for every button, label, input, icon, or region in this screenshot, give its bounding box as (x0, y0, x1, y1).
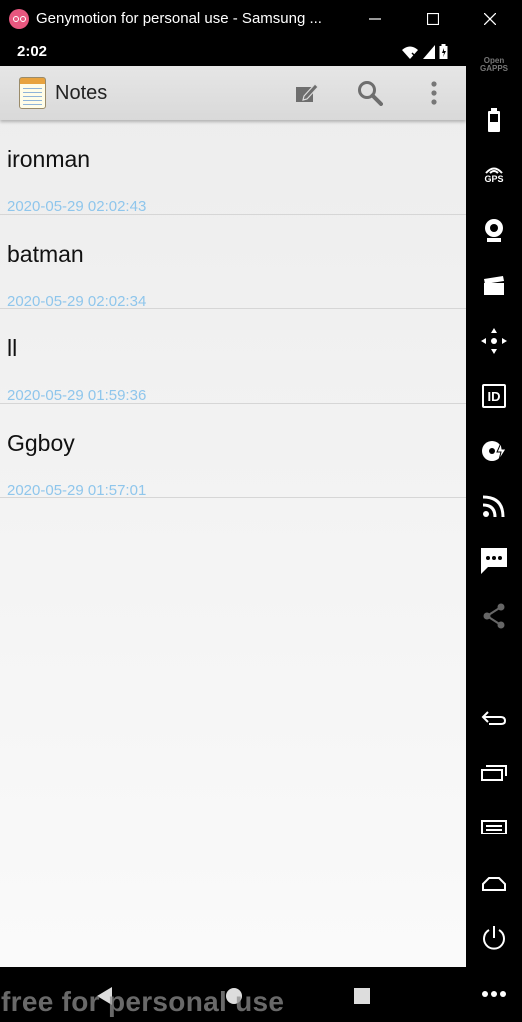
side-recent-apps-button[interactable] (466, 751, 522, 795)
side-back-button[interactable] (466, 696, 522, 740)
recent-apps-icon (481, 765, 507, 781)
status-time: 2:02 (17, 43, 48, 60)
watermark-text: free for personal use (1, 986, 285, 1017)
list-item[interactable]: Ggboy 2020-05-29 01:57:01 (0, 404, 466, 499)
disk-io-icon (482, 441, 507, 461)
nav-recents-button[interactable] (346, 980, 378, 1012)
opengapps-label: Open GAPPS (479, 56, 508, 73)
disk-io-tool-button[interactable] (466, 429, 522, 473)
network-tool-button[interactable] (466, 484, 522, 528)
webcam-tool-button[interactable] (466, 208, 522, 252)
gps-tool-button[interactable]: GPS (466, 152, 522, 196)
emulator-window: Genymotion for personal use - Samsung ..… (0, 0, 522, 1022)
note-title: batman (7, 240, 84, 267)
emulator-toolbar: Open GAPPS GPS ID (466, 37, 522, 1022)
sms-tool-button[interactable] (466, 539, 522, 583)
search-icon (358, 81, 383, 106)
list-item[interactable]: ironman 2020-05-29 02:02:43 (0, 120, 466, 215)
webcam-icon (485, 219, 503, 242)
notepad-icon (19, 77, 46, 109)
note-title: ironman (7, 146, 91, 172)
new-note-button[interactable] (289, 75, 325, 111)
dpad-icon (481, 328, 507, 354)
overflow-menu-icon (431, 81, 437, 105)
recents-icon (354, 988, 370, 1004)
window-title: Genymotion for personal use - Samsung ..… (36, 10, 322, 27)
overflow-menu-button[interactable] (416, 75, 452, 111)
dpad-tool-button[interactable] (466, 319, 522, 363)
device-id-tool-button[interactable]: ID (466, 374, 522, 418)
maximize-icon (427, 12, 439, 25)
home-icon (482, 877, 506, 891)
notes-list: ironman 2020-05-29 02:02:43 batman 2020-… (0, 120, 466, 499)
more-button[interactable] (466, 972, 522, 1016)
media-icon (484, 276, 504, 295)
maximize-button[interactable] (410, 0, 456, 37)
close-button[interactable] (467, 0, 513, 37)
signal-icon (423, 44, 435, 59)
note-title: Ggboy (7, 429, 75, 456)
note-title: ll (7, 335, 18, 361)
list-item[interactable]: batman 2020-05-29 02:02:34 (0, 215, 466, 310)
minimize-button[interactable] (352, 0, 398, 37)
battery-icon (439, 44, 448, 59)
note-date: 2020-05-29 02:02:34 (7, 292, 147, 310)
gps-label: GPS (484, 174, 504, 184)
list-item[interactable]: ll 2020-05-29 01:59:36 (0, 309, 466, 404)
device-screen: 2:02 Notes ironman 2020-05-29 02:02:43 b… (0, 37, 466, 967)
device-id-label: ID (487, 388, 501, 404)
action-bar: Notes (0, 66, 466, 120)
more-icon (482, 991, 506, 997)
power-button[interactable] (466, 916, 522, 960)
genymotion-logo-icon (9, 8, 29, 29)
device-id-icon: ID (482, 384, 506, 408)
power-icon (483, 926, 505, 950)
status-icons (401, 44, 448, 59)
wifi-icon (402, 46, 419, 59)
app-title: Notes (55, 81, 108, 104)
network-icon (483, 495, 505, 517)
window-titlebar: Genymotion for personal use - Samsung ..… (0, 0, 522, 37)
share-tool-button[interactable] (466, 594, 522, 638)
battery-icon (488, 108, 500, 132)
close-icon (484, 12, 496, 25)
media-tool-button[interactable] (466, 264, 522, 308)
menu-icon (481, 820, 507, 834)
side-home-button[interactable] (466, 862, 522, 906)
status-bar: 2:02 (0, 37, 466, 66)
sms-icon (481, 548, 507, 574)
gps-icon (485, 167, 503, 174)
minimize-icon (369, 17, 381, 20)
note-date: 2020-05-29 01:57:01 (7, 481, 147, 499)
opengapps-button[interactable]: Open GAPPS (466, 43, 522, 87)
side-menu-button[interactable] (466, 805, 522, 849)
note-date: 2020-05-29 02:02:43 (7, 198, 147, 215)
new-note-icon (296, 83, 319, 102)
note-date: 2020-05-29 01:59:36 (7, 387, 147, 404)
share-icon (483, 603, 505, 629)
back-icon (481, 711, 507, 725)
search-button[interactable] (352, 75, 388, 111)
battery-tool-button[interactable] (466, 98, 522, 142)
